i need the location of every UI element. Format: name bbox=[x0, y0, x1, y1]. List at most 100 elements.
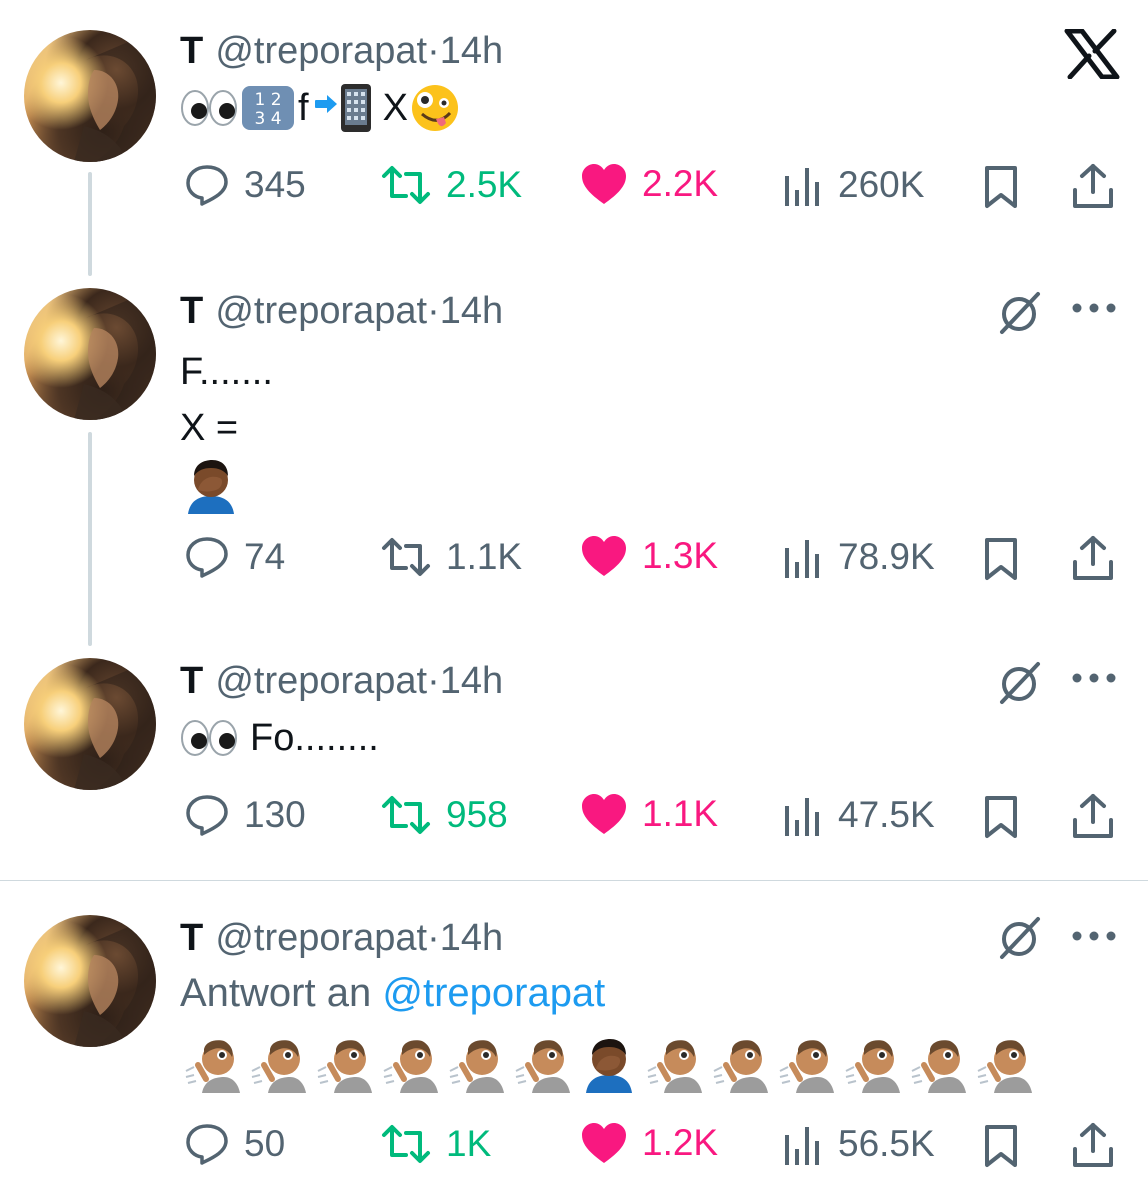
author-name[interactable]: T bbox=[180, 660, 203, 702]
tweet-text: F....... X = bbox=[180, 351, 273, 449]
shushing-face-emoji-icon bbox=[248, 1033, 310, 1095]
shushing-face-emoji-icon bbox=[974, 1033, 1036, 1095]
retweet-icon bbox=[382, 1125, 430, 1163]
shushing-face-emoji-icon bbox=[446, 1033, 508, 1095]
views-button[interactable]: 260K bbox=[782, 162, 924, 208]
avatar[interactable] bbox=[24, 288, 156, 420]
reply-icon bbox=[186, 165, 228, 206]
shushing-face-emoji-icon bbox=[512, 1033, 574, 1095]
reply-icon bbox=[186, 1124, 228, 1165]
author-name[interactable]: T bbox=[180, 290, 203, 332]
bookmark-icon bbox=[985, 1125, 1017, 1167]
share-button[interactable] bbox=[1070, 534, 1116, 582]
views-chart-icon bbox=[785, 540, 819, 578]
share-button[interactable] bbox=[1070, 1121, 1116, 1169]
avatar[interactable] bbox=[24, 658, 156, 790]
bookmark-button[interactable] bbox=[980, 1123, 1022, 1169]
svg-text:3 4: 3 4 bbox=[254, 109, 281, 129]
tweet-text-part: Fo........ bbox=[250, 717, 379, 759]
timestamp[interactable]: 14h bbox=[440, 917, 503, 959]
views-count: 78.9K bbox=[838, 536, 935, 577]
eyes-emoji-icon bbox=[181, 720, 237, 756]
avatar[interactable] bbox=[24, 30, 156, 162]
tweet[interactable]: T @treporapat·14h Fo........ 130 958 1.1… bbox=[0, 640, 1148, 880]
author-name[interactable]: T bbox=[180, 30, 203, 72]
author-name[interactable]: T bbox=[180, 917, 203, 959]
bookmark-icon bbox=[985, 538, 1017, 580]
tweet[interactable]: T @treporapat·14h 1 2 3 4 f X 345 2.5K 2… bbox=[0, 0, 1148, 270]
views-button[interactable]: 78.9K bbox=[782, 534, 935, 580]
heart-icon bbox=[582, 1123, 626, 1163]
retweet-button[interactable]: 2.5K bbox=[380, 162, 522, 208]
avatar[interactable] bbox=[24, 915, 156, 1047]
like-button[interactable]: 1.3K bbox=[580, 534, 718, 578]
author-handle[interactable]: @treporapat bbox=[215, 660, 427, 702]
retweet-icon bbox=[382, 166, 430, 204]
reply-button[interactable]: 130 bbox=[184, 792, 306, 838]
shushing-face-emoji-icon bbox=[908, 1033, 970, 1095]
bookmark-button[interactable] bbox=[980, 794, 1022, 840]
zany-face-emoji-icon bbox=[411, 85, 458, 131]
share-button[interactable] bbox=[1070, 792, 1116, 840]
share-icon bbox=[1073, 536, 1113, 580]
separator: · bbox=[427, 290, 440, 332]
shushing-face-emoji-icon bbox=[710, 1033, 772, 1095]
retweet-count: 2.5K bbox=[446, 164, 523, 205]
retweet-button[interactable]: 1.1K bbox=[380, 534, 522, 580]
author-handle[interactable]: @treporapat bbox=[215, 290, 427, 332]
grok-icon[interactable] bbox=[992, 911, 1046, 965]
tweet-actions: 74 1.1K 1.3K 78.9K bbox=[0, 534, 1148, 584]
like-button[interactable]: 2.2K bbox=[580, 162, 718, 206]
numbers-keycap-emoji-icon: 1 2 3 4 bbox=[242, 86, 294, 130]
views-button[interactable]: 56.5K bbox=[782, 1121, 935, 1167]
reply-count: 74 bbox=[244, 536, 286, 577]
bookmark-button[interactable] bbox=[980, 164, 1022, 210]
separator: · bbox=[427, 30, 440, 72]
reply-icon bbox=[186, 795, 228, 836]
separator: · bbox=[427, 917, 440, 959]
tweet-text-part: X bbox=[382, 87, 408, 129]
share-icon bbox=[1073, 1123, 1113, 1167]
like-count: 1.3K bbox=[642, 535, 719, 576]
heart-icon bbox=[582, 536, 626, 576]
reply-button[interactable]: 50 bbox=[184, 1121, 285, 1167]
grok-icon[interactable] bbox=[992, 656, 1046, 710]
views-button[interactable]: 47.5K bbox=[782, 792, 935, 838]
replying-to: Antwort an @treporapat bbox=[180, 971, 605, 1016]
tweet-actions: 50 1K 1.2K 56.5K bbox=[0, 1121, 1148, 1171]
replying-to-mention[interactable]: @treporapat bbox=[382, 971, 605, 1015]
reply-icon bbox=[186, 537, 228, 578]
timestamp[interactable]: 14h bbox=[440, 290, 503, 332]
retweet-button[interactable]: 1K bbox=[380, 1121, 491, 1167]
tweet[interactable]: T @treporapat·14h Antwort an @treporapat… bbox=[0, 881, 1148, 1200]
shushing-face-emoji-icon bbox=[380, 1033, 442, 1095]
replying-to-label: Antwort an bbox=[180, 971, 372, 1015]
more-options-icon[interactable] bbox=[1070, 924, 1118, 948]
tweet-actions: 345 2.5K 2.2K 260K bbox=[0, 162, 1148, 212]
reply-count: 50 bbox=[244, 1123, 286, 1164]
shushing-face-emoji-icon bbox=[842, 1033, 904, 1095]
timestamp[interactable]: 14h bbox=[440, 30, 503, 72]
mobile-phone-arrow-emoji-icon bbox=[314, 84, 371, 132]
svg-text:1 2: 1 2 bbox=[254, 90, 281, 110]
tweet-header: T @treporapat·14h bbox=[180, 288, 503, 333]
reply-button[interactable]: 345 bbox=[184, 162, 306, 208]
share-button[interactable] bbox=[1070, 162, 1116, 210]
more-options-icon[interactable] bbox=[1070, 296, 1118, 320]
reply-button[interactable]: 74 bbox=[184, 534, 285, 580]
tweet-text-part: f bbox=[298, 87, 309, 129]
retweet-icon bbox=[382, 796, 430, 834]
tweet[interactable]: T @treporapat·14h F....... X = 74 1.1K 1… bbox=[0, 270, 1148, 640]
more-options-icon[interactable] bbox=[1070, 666, 1118, 690]
timestamp[interactable]: 14h bbox=[440, 660, 503, 702]
retweet-button[interactable]: 958 bbox=[380, 792, 508, 838]
grok-icon[interactable] bbox=[992, 286, 1046, 340]
like-button[interactable]: 1.2K bbox=[580, 1121, 718, 1165]
like-count: 2.2K bbox=[642, 163, 719, 204]
heart-icon bbox=[582, 164, 626, 204]
author-handle[interactable]: @treporapat bbox=[215, 917, 427, 959]
like-button[interactable]: 1.1K bbox=[580, 792, 718, 836]
like-count: 1.2K bbox=[642, 1122, 719, 1163]
bookmark-button[interactable] bbox=[980, 536, 1022, 582]
author-handle[interactable]: @treporapat bbox=[215, 30, 427, 72]
